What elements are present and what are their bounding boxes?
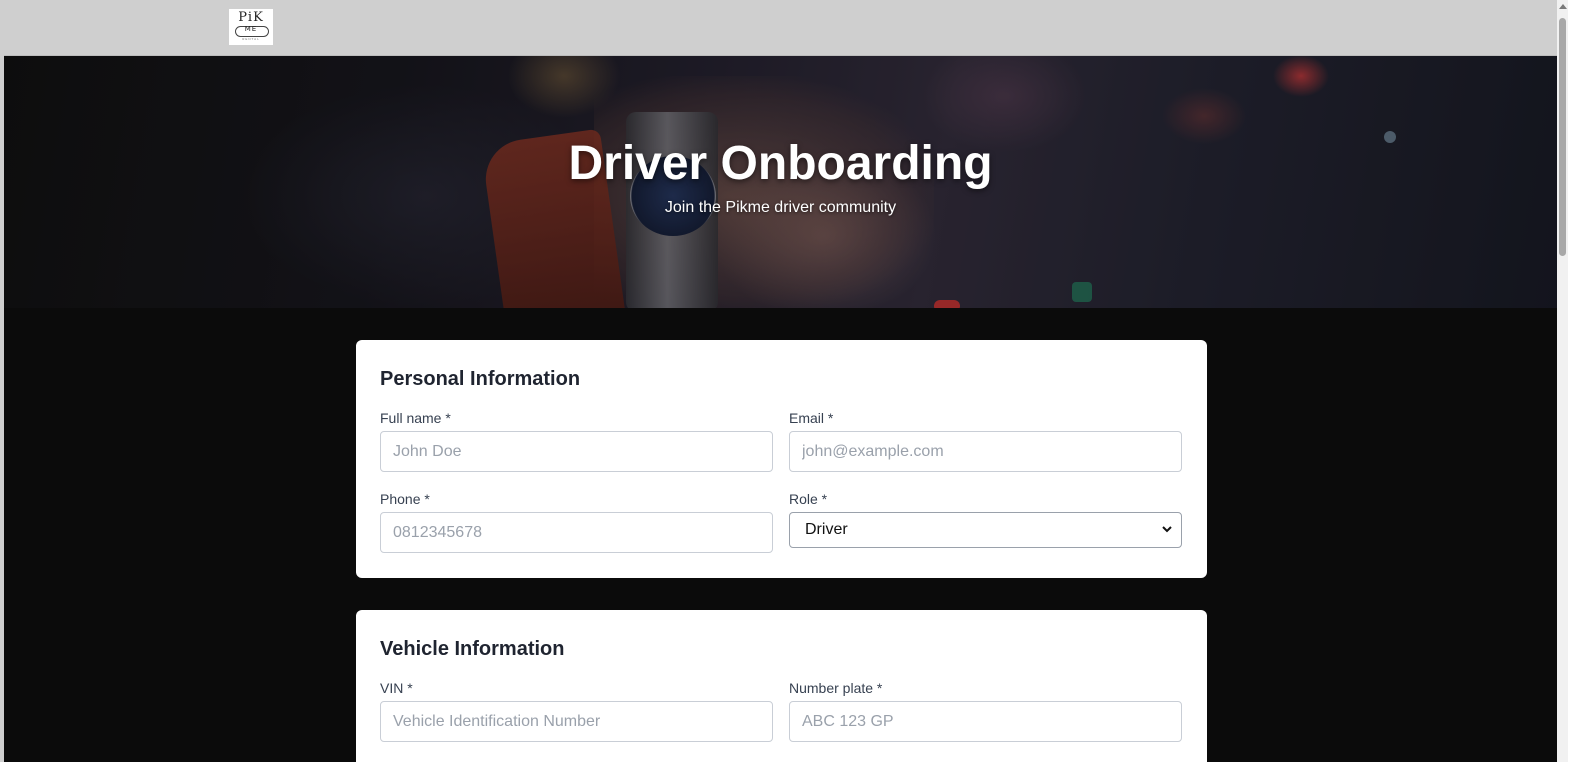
scrollbar-thumb[interactable] bbox=[1559, 18, 1566, 256]
scroll-up-arrow-icon[interactable] bbox=[1559, 4, 1567, 9]
window-right-edge bbox=[1568, 0, 1592, 762]
number-plate-input[interactable] bbox=[789, 701, 1182, 742]
vertical-scrollbar[interactable] bbox=[1557, 0, 1568, 762]
vin-input[interactable] bbox=[380, 701, 773, 742]
page: PiK ME RENTAL Driver Onboarding Join the… bbox=[4, 0, 1557, 762]
phone-input[interactable] bbox=[380, 512, 773, 553]
phone-label: Phone * bbox=[380, 491, 430, 507]
pikme-logo[interactable]: PiK ME RENTAL bbox=[229, 9, 273, 45]
vehicle-information-heading: Vehicle Information bbox=[380, 638, 565, 660]
full-name-label: Full name * bbox=[380, 410, 451, 426]
page-subtitle: Join the Pikme driver community bbox=[664, 199, 897, 216]
personal-information-heading: Personal Information bbox=[380, 368, 581, 390]
email-input[interactable] bbox=[789, 431, 1182, 472]
role-label: Role * bbox=[789, 491, 828, 507]
vin-label: VIN * bbox=[380, 680, 413, 696]
vehicle-information-card: Vehicle Information VIN * Number plate * bbox=[356, 610, 1207, 762]
number-plate-label: Number plate * bbox=[789, 680, 883, 696]
chevron-down-icon bbox=[1162, 526, 1172, 533]
hero-banner: Driver Onboarding Join the Pikme driver … bbox=[4, 56, 1557, 308]
role-select[interactable]: Driver bbox=[789, 512, 1182, 548]
role-selected-value: Driver bbox=[805, 521, 848, 538]
logo-text-top: PiK bbox=[238, 10, 264, 25]
personal-information-card: Personal Information Full name * Email *… bbox=[356, 340, 1207, 578]
logo-text-middle: ME bbox=[244, 25, 258, 33]
top-navbar: PiK ME RENTAL bbox=[4, 0, 1557, 56]
email-label: Email * bbox=[789, 410, 834, 426]
page-title: Driver Onboarding bbox=[568, 137, 993, 190]
logo-text-small: RENTAL bbox=[242, 37, 260, 41]
full-name-input[interactable] bbox=[380, 431, 773, 472]
